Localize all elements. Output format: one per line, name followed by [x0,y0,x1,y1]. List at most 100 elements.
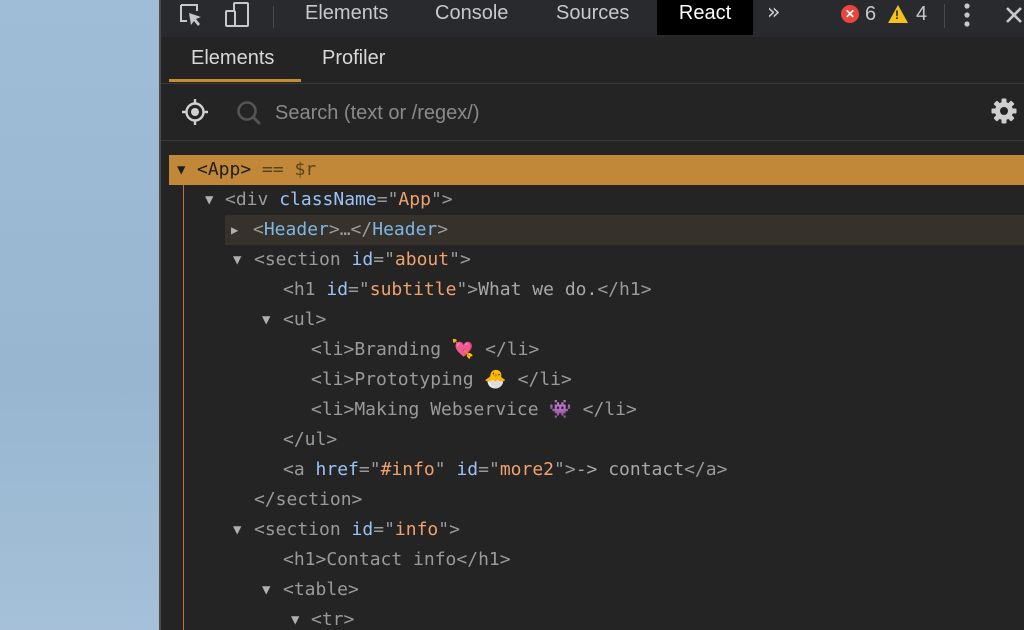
node-text: <li>Branding 💘 </li> [311,339,540,360]
tree-row-section-info[interactable]: ▼ <section id="info"> [169,515,1024,545]
select-element-icon[interactable] [181,98,209,130]
search-icon [235,99,263,131]
devtools-panel: Elements Console Sources React » ✕ 6 ! 4 [159,0,1024,630]
tree-row-table[interactable]: ▼ <table> [169,575,1024,605]
tree-row-header[interactable]: ▶ <Header>…</Header> [225,215,1024,245]
tree-row-section-about[interactable]: ▼ <section id="about"> [169,245,1024,275]
tag-close: "> [449,249,471,270]
expand-arrow-icon[interactable]: ▼ [233,245,241,275]
tag-close: "> [430,189,453,210]
error-counter[interactable]: ✕ 6 [841,2,876,26]
tag-open: <ul> [283,309,327,330]
attr-value: subtitle [369,279,457,300]
attr-eq: =" [376,189,399,210]
tree-row-tr[interactable]: ▼ <tr> [169,605,1024,630]
expand-arrow-icon[interactable]: ▼ [262,305,270,335]
toolbar-separator [944,4,945,28]
tree-row-div[interactable]: ▼ <div className="App"> [169,185,1024,215]
settings-gear-icon[interactable] [990,97,1018,129]
tab-sources[interactable]: Sources [556,0,629,35]
error-icon: ✕ [841,5,859,23]
attr-name: id [456,459,479,480]
tree-row-h1-contact[interactable]: <h1>Contact info</h1> [169,545,1024,575]
node-text: <h1>Contact info</h1> [283,549,511,570]
tag-open: <section [254,249,352,270]
tab-react-profiler[interactable]: Profiler [322,47,385,70]
tag-open: <h1 [283,279,327,300]
attr-name: id [351,249,374,270]
attr-quote: " [434,459,457,480]
tab-react[interactable]: React [657,0,753,35]
react-tabs: Elements Profiler [161,37,1024,84]
tree-row-li-branding[interactable]: <li>Branding 💘 </li> [169,335,1024,365]
inspect-element-icon[interactable] [177,2,205,28]
close-icon[interactable] [1001,2,1024,28]
node-text: <li>Prototyping 🐣 </li> [311,369,572,390]
search-input[interactable] [273,98,777,128]
warning-icon: ! [888,5,908,23]
tag-open: < [253,219,264,240]
expand-arrow-icon[interactable]: ▼ [291,605,299,630]
attr-value: #info [380,459,435,480]
component-name: Header [263,219,329,240]
tree-row-ul[interactable]: ▼ <ul> [169,305,1024,335]
tag-close: "> [438,519,460,540]
attr-eq: =" [373,249,395,270]
tab-elements[interactable]: Elements [305,0,388,35]
expand-arrow-icon[interactable]: ▼ [205,185,213,215]
warning-counter[interactable]: ! 4 [888,2,927,26]
attr-name: href [315,459,359,480]
node-text: What we do. [478,279,598,300]
tab-react-elements[interactable]: Elements [191,47,274,70]
attr-name: className [279,189,377,210]
component-tree: ▼ <App> == $r ▼ <div className="App"> ▶ … [161,141,1024,630]
warning-count: 4 [916,2,928,25]
tag-open: <a [283,459,316,480]
tree-row-li-prototyping[interactable]: <li>Prototyping 🐣 </li> [169,365,1024,395]
attr-name: id [351,519,374,540]
tree-row-app[interactable]: ▼ <App> == $r [169,155,1024,185]
expand-arrow-icon[interactable]: ▼ [262,575,270,605]
tag-end: </section> [254,489,363,510]
active-tab-indicator [169,79,301,82]
tree-row-ul-close[interactable]: </ul> [169,425,1024,455]
search-bar [161,84,1024,141]
attr-eq: =" [358,459,381,480]
page-background [0,0,159,630]
attr-eq: =" [348,279,370,300]
expand-arrow-icon[interactable]: ▼ [177,155,185,185]
node-text: -> contact [575,459,685,480]
tag-open: <table> [283,579,359,600]
component-name: Header [372,219,438,240]
tab-console[interactable]: Console [435,0,508,35]
tree-node-suffix: == $r [251,159,317,180]
expand-arrow-icon[interactable]: ▼ [233,515,241,545]
attr-name: id [326,279,349,300]
tag-end: </ul> [283,429,338,450]
tag-close: "> [554,459,576,480]
tag-close: > [437,219,449,240]
error-count: 6 [865,2,877,25]
device-toolbar-icon[interactable] [223,2,251,28]
attr-value: App [398,189,431,210]
attr-value: about [394,249,450,270]
attr-eq: =" [478,459,500,480]
tag-mid: >…</ [328,219,373,240]
tag-end: </h1> [597,279,652,300]
kebab-menu-icon[interactable] [957,2,977,28]
tree-row-section-close[interactable]: </section> [169,485,1024,515]
attr-value: info [394,519,439,540]
collapse-arrow-icon[interactable]: ▶ [231,215,238,245]
tag-open: <div [225,189,280,210]
more-tabs-icon[interactable]: » [767,0,780,28]
tree-node-name: <App> [197,159,252,180]
attr-value: more2 [499,459,554,480]
tag-close: "> [456,279,479,300]
tag-open: <section [254,519,352,540]
tree-row-li-webservice[interactable]: <li>Making Webservice 👾 </li> [169,395,1024,425]
tree-row-h1-subtitle[interactable]: <h1 id="subtitle">What we do.</h1> [169,275,1024,305]
tag-open: <tr> [311,609,355,630]
tree-row-a-more2[interactable]: <a href="#info" id="more2">-> contact</a… [169,455,1024,485]
attr-eq: =" [373,519,395,540]
toolbar-separator [273,6,274,28]
